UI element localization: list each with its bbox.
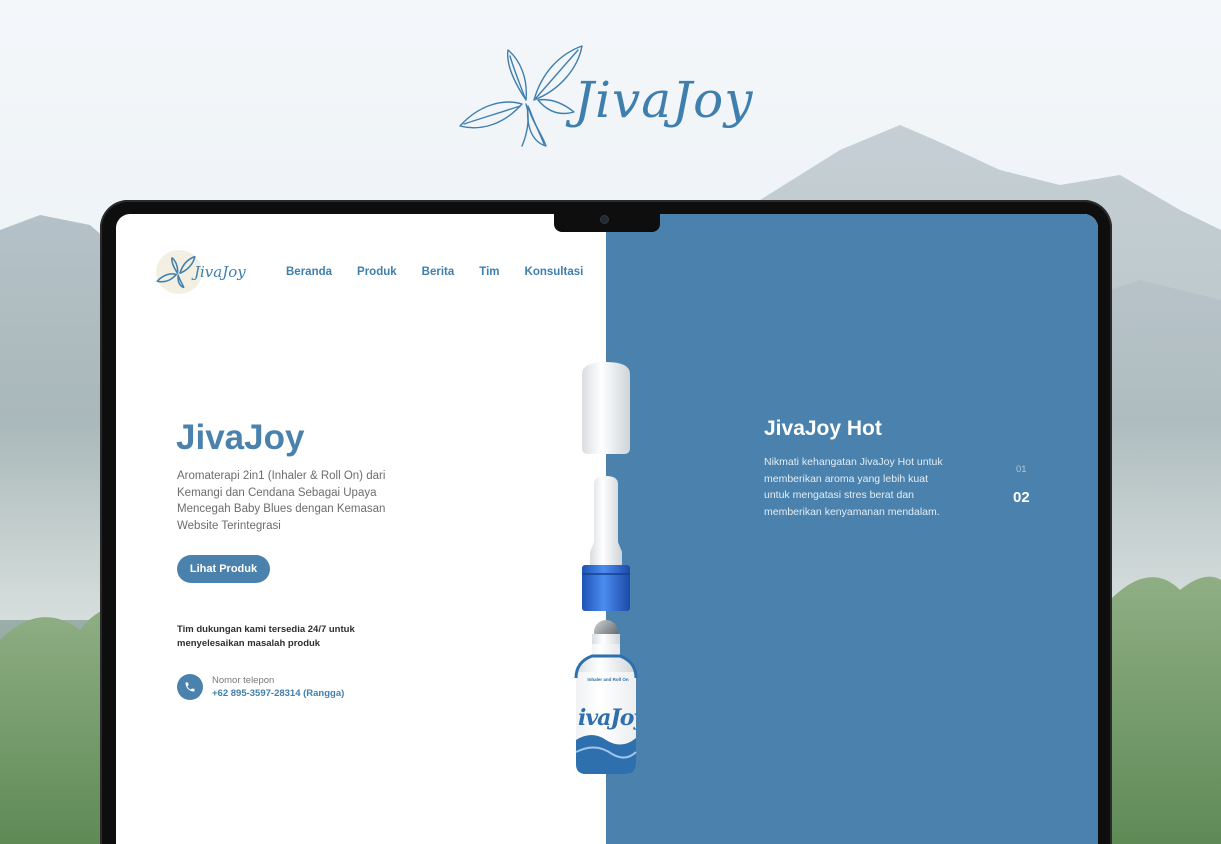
nav-berita[interactable]: Berita bbox=[422, 266, 455, 278]
inhaler-tip bbox=[590, 476, 622, 565]
inhaler-cap bbox=[582, 362, 630, 454]
bottle-label: ivaJoy bbox=[578, 705, 636, 731]
view-product-button[interactable]: Lihat Produk bbox=[177, 555, 270, 583]
nav-beranda[interactable]: Beranda bbox=[286, 266, 332, 278]
phone-glyph bbox=[185, 682, 195, 692]
laptop-notch bbox=[554, 210, 660, 232]
phone-label: Nomor telepon bbox=[212, 675, 275, 686]
phone-icon[interactable] bbox=[177, 674, 203, 700]
hero-title: JivaJoy bbox=[176, 418, 305, 457]
product-title: JivaJoy Hot bbox=[764, 417, 882, 440]
pager-item-prev[interactable]: 01 bbox=[1016, 464, 1027, 475]
laptop-screen: JivaJoy Beranda Produk Berita Tim Konsul… bbox=[116, 214, 1098, 844]
nav-tim[interactable]: Tim bbox=[479, 266, 499, 278]
product-panel bbox=[606, 214, 1098, 844]
product-description: Nikmati kehangatan JivaJoy Hot untuk mem… bbox=[764, 456, 943, 518]
phone-number[interactable]: +62 895-3597-28314 (Rangga) bbox=[212, 688, 344, 699]
hero-description: Aromaterapi 2in1 (Inhaler & Roll On) dar… bbox=[177, 470, 386, 532]
basil-leaf-logo-icon bbox=[459, 45, 583, 147]
support-text: Tim dukungan kami tersedia 24/7 untuk me… bbox=[177, 624, 355, 649]
brand-logo: JivaJoy bbox=[456, 42, 756, 150]
roll-on-blue-cap bbox=[582, 565, 630, 611]
basil-leaf-logo-icon bbox=[156, 255, 196, 289]
bottle-top-label: Inhaler and Roll On bbox=[587, 677, 629, 682]
nav-produk[interactable]: Produk bbox=[357, 266, 397, 278]
nav-konsultasi[interactable]: Konsultasi bbox=[525, 266, 584, 278]
brand-wordmark: JivaJoy bbox=[574, 71, 754, 129]
pager-item-current[interactable]: 02 bbox=[1013, 489, 1030, 506]
site-logo-name: JivaJoy bbox=[194, 263, 246, 281]
laptop-camera-icon bbox=[601, 216, 608, 223]
main-nav: Beranda Produk Berita Tim Konsultasi bbox=[286, 266, 583, 278]
site-logo[interactable]: JivaJoy bbox=[156, 250, 248, 294]
